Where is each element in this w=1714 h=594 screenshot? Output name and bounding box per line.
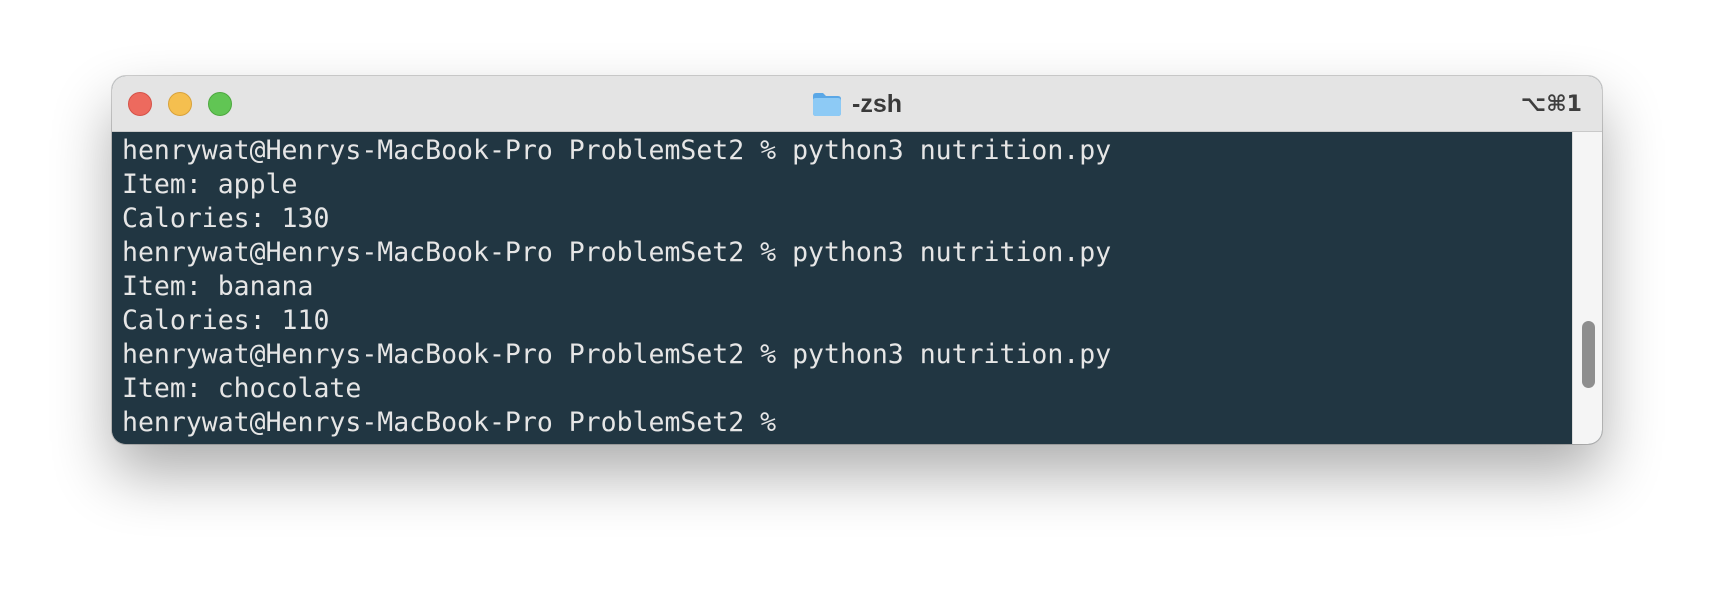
terminal-line: Item: banana: [122, 271, 314, 302]
terminal-line: henrywat@Henrys-MacBook-Pro ProblemSet2 …: [122, 237, 1112, 268]
terminal-window: -zsh ⌥⌘1 henrywat@Henrys-MacBook-Pro Pro…: [112, 76, 1602, 444]
vertical-scrollbar[interactable]: [1572, 132, 1602, 444]
window-shortcut-label: ⌥⌘1: [1520, 91, 1582, 117]
window-title: -zsh: [852, 89, 902, 118]
terminal-line: henrywat@Henrys-MacBook-Pro ProblemSet2 …: [122, 135, 1112, 166]
scrollbar-thumb[interactable]: [1582, 320, 1595, 388]
terminal-prompt-line[interactable]: henrywat@Henrys-MacBook-Pro ProblemSet2 …: [122, 406, 1572, 440]
folder-icon: [812, 91, 842, 117]
terminal-line: Calories: 110: [122, 305, 330, 336]
terminal-line: henrywat@Henrys-MacBook-Pro ProblemSet2 …: [122, 339, 1112, 370]
terminal-line: Item: apple: [122, 169, 298, 200]
window-title-group: -zsh: [112, 76, 1602, 132]
title-bar[interactable]: -zsh ⌥⌘1: [112, 76, 1602, 132]
terminal-output[interactable]: henrywat@Henrys-MacBook-Pro ProblemSet2 …: [112, 132, 1572, 444]
terminal-line: Calories: 130: [122, 203, 330, 234]
terminal-line: Item: chocolate: [122, 373, 362, 404]
